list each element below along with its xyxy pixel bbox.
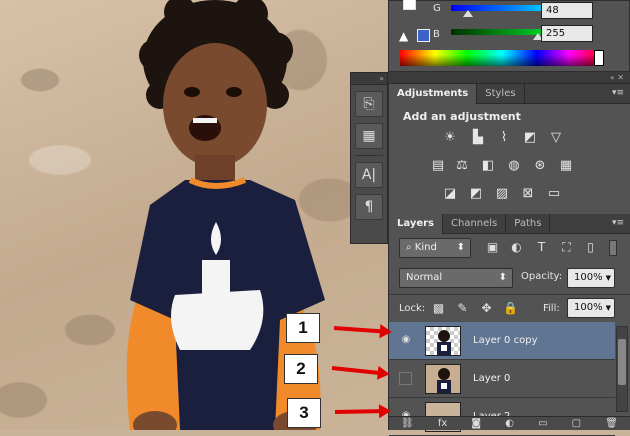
- eye-icon[interactable]: ◉: [399, 334, 413, 346]
- new-adjustment-icon[interactable]: ◐: [505, 417, 514, 430]
- tab-layers[interactable]: Layers: [389, 214, 443, 234]
- panel-icon-strip: » ⎘ ▦ A| ¶: [350, 72, 388, 244]
- tab-paths[interactable]: Paths: [506, 214, 551, 234]
- stepper-arrows-icon: ⬍: [456, 242, 465, 253]
- blend-mode-select[interactable]: Normal ⬍: [399, 268, 513, 288]
- filter-kind-label: Kind: [414, 242, 437, 253]
- panel-dock-header[interactable]: « ✕: [388, 72, 630, 84]
- link-layers-icon[interactable]: ⛓: [401, 417, 414, 430]
- new-layer-icon[interactable]: ▢: [572, 417, 581, 430]
- filter-adjustment-icon[interactable]: ◐: [509, 240, 524, 255]
- callout-3: 3: [287, 398, 321, 428]
- search-icon: ⌕: [406, 242, 415, 253]
- fill-field[interactable]: 100% ▼: [567, 298, 615, 318]
- vibrance-icon[interactable]: ▽: [547, 130, 565, 146]
- color-lookup-icon[interactable]: ▦: [557, 158, 575, 174]
- fill-value: 100%: [574, 302, 603, 313]
- filter-type-icon[interactable]: T: [534, 240, 549, 255]
- tab-adjustments[interactable]: Adjustments: [389, 84, 478, 104]
- b-channel-label: B: [433, 29, 440, 40]
- gamut-warning-icon: ▲: [399, 29, 409, 43]
- g-channel-label: G: [433, 3, 441, 14]
- arrow-3: [334, 409, 384, 414]
- blend-mode-value: Normal: [406, 272, 443, 283]
- selective-color-icon[interactable]: ⊠: [519, 186, 537, 202]
- curves-icon[interactable]: ⌇: [495, 130, 513, 146]
- photo-filter-icon[interactable]: ◍: [505, 158, 523, 174]
- tab-styles[interactable]: Styles: [477, 84, 525, 104]
- black-white-icon[interactable]: ◧: [479, 158, 497, 174]
- layers-scrollbar[interactable]: [616, 326, 628, 412]
- lock-image-icon[interactable]: ✎: [455, 301, 470, 316]
- new-group-icon[interactable]: ▭: [538, 417, 547, 430]
- lock-position-icon[interactable]: ✥: [479, 301, 494, 316]
- filter-smart-object-icon[interactable]: ▯: [583, 240, 598, 255]
- filter-pixel-icon[interactable]: ▣: [485, 240, 500, 255]
- adjustments-title: Add an adjustment: [403, 110, 521, 123]
- layer-thumbnail: [425, 326, 461, 356]
- filter-kind-select[interactable]: ⌕ Kind ⬍: [399, 238, 471, 258]
- layers-bottom-bar: ⛓ fx ◙ ◐ ▭ ▢ 🗑: [389, 416, 630, 430]
- scroll-thumb[interactable]: [618, 339, 626, 385]
- gradient-map-icon[interactable]: ▭: [545, 186, 563, 202]
- fx-icon[interactable]: fx: [438, 417, 447, 430]
- callout-1: 1: [286, 313, 320, 343]
- layer-thumbnail: [425, 364, 461, 394]
- threshold-icon[interactable]: ▨: [493, 186, 511, 202]
- g-value-field[interactable]: 48: [541, 2, 593, 19]
- dropdown-arrow-icon[interactable]: ▼: [606, 304, 611, 312]
- layers-panel: Layers Channels Paths ▾≡ ⌕ Kind ⬍ ▣ ◐ T ⛶…: [388, 214, 630, 436]
- collapse-arrows-icon[interactable]: »: [351, 73, 387, 85]
- b-value-field[interactable]: 255: [541, 25, 593, 42]
- fill-label: Fill:: [543, 303, 560, 314]
- tab-channels[interactable]: Channels: [443, 214, 507, 234]
- filter-shape-icon[interactable]: ⛶: [559, 240, 574, 255]
- layer-name[interactable]: Layer 0 copy: [473, 335, 537, 346]
- history-icon[interactable]: ⎘: [355, 91, 383, 117]
- adjustments-panel: Adjustments Styles ▾≡ Add an adjustment …: [388, 84, 630, 214]
- visibility-toggle-empty[interactable]: [399, 372, 412, 385]
- layer-row[interactable]: Layer 0: [389, 360, 615, 398]
- layer-name[interactable]: Layer 0: [473, 373, 510, 384]
- stepper-arrows-icon: ⬍: [498, 272, 507, 283]
- blend-divider: [389, 294, 630, 295]
- g-slider-handle[interactable]: [463, 10, 473, 17]
- warning-swatch: [417, 29, 430, 42]
- lock-label: Lock:: [399, 303, 426, 314]
- strip-divider: [355, 155, 383, 156]
- paragraph-icon[interactable]: ¶: [355, 194, 383, 220]
- panel-menu-icon[interactable]: ▾≡: [612, 88, 624, 98]
- levels-icon[interactable]: ▙: [469, 130, 487, 146]
- dropdown-arrow-icon[interactable]: ▼: [606, 274, 611, 282]
- layers-menu-icon[interactable]: ▾≡: [612, 218, 624, 228]
- add-mask-icon[interactable]: ◙: [471, 417, 481, 430]
- foreground-swatch[interactable]: [403, 0, 416, 10]
- color-spectrum[interactable]: [400, 50, 604, 66]
- lock-transparent-icon[interactable]: ▩: [431, 301, 446, 316]
- filter-toggle-switch[interactable]: [609, 240, 617, 256]
- posterize-icon[interactable]: ◩: [467, 186, 485, 202]
- properties-icon[interactable]: ▦: [355, 123, 383, 149]
- hue-saturation-icon[interactable]: ▤: [429, 158, 447, 174]
- trash-icon[interactable]: 🗑: [605, 417, 618, 430]
- layer-row[interactable]: ◉ Layer 0 copy: [389, 322, 615, 360]
- exposure-icon[interactable]: ◩: [521, 130, 539, 146]
- spectrum-white-box[interactable]: [594, 50, 604, 66]
- opacity-field[interactable]: 100% ▼: [567, 268, 615, 288]
- opacity-label: Opacity:: [521, 271, 563, 282]
- opacity-value: 100%: [574, 272, 603, 283]
- brightness-contrast-icon[interactable]: ☀: [441, 130, 459, 146]
- adjustments-tabs: Adjustments Styles: [389, 84, 630, 104]
- layers-tabs: Layers Channels Paths: [389, 214, 630, 234]
- channel-mixer-icon[interactable]: ⊛: [531, 158, 549, 174]
- color-balance-icon[interactable]: ⚖: [453, 158, 471, 174]
- invert-icon[interactable]: ◪: [441, 186, 459, 202]
- callout-2: 2: [284, 354, 318, 384]
- character-icon[interactable]: A|: [355, 162, 383, 188]
- lock-all-icon[interactable]: 🔒: [503, 301, 518, 316]
